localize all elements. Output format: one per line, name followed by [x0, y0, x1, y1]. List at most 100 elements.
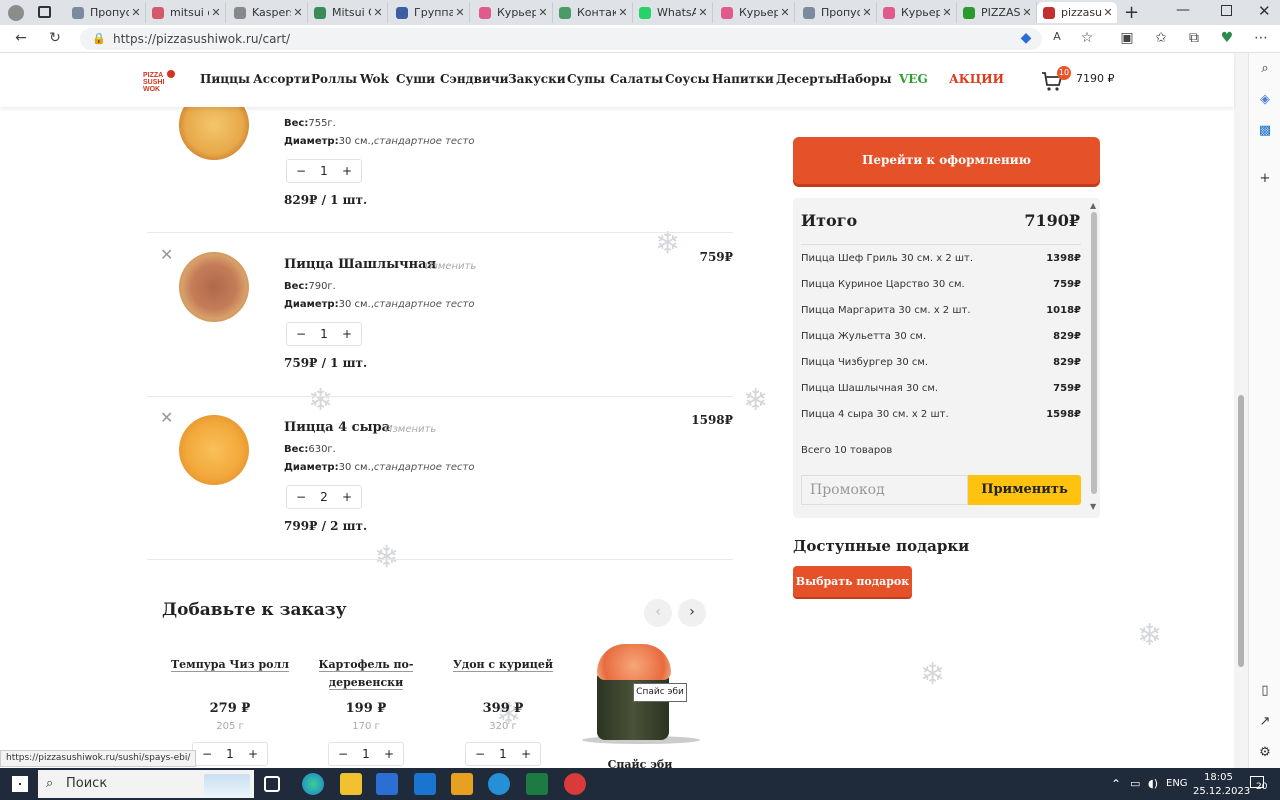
nav-sauces[interactable]: Соусы — [665, 72, 710, 86]
tab-close-icon[interactable]: ✕ — [1101, 6, 1115, 19]
tray-overflow-icon[interactable]: ⌃ — [1111, 777, 1121, 791]
pizza-image[interactable] — [179, 252, 249, 322]
decrement-button[interactable]: − — [293, 164, 309, 178]
collections-icon[interactable]: ⧉ — [1183, 30, 1205, 46]
carousel-prev-button[interactable]: ‹ — [644, 599, 672, 627]
new-tab-button[interactable]: + — [1124, 2, 1139, 23]
nav-desserts[interactable]: Десерты — [776, 72, 837, 86]
upsell-item-name[interactable]: Темпура Чиз ролл — [170, 656, 290, 674]
refresh-icon[interactable]: ↻ — [44, 30, 66, 46]
increment-button[interactable]: + — [339, 327, 355, 341]
edge-app-icon[interactable] — [302, 773, 324, 795]
decrement-button[interactable]: − — [472, 747, 488, 761]
edit-item-link[interactable]: Изменить — [425, 261, 476, 272]
quantity-stepper[interactable]: −1 + — [286, 159, 362, 183]
add-icon[interactable]: + — [1255, 169, 1275, 189]
decrement-button[interactable]: − — [293, 327, 309, 341]
decrement-button[interactable]: − — [293, 490, 309, 504]
item-name[interactable]: Пицца 4 сыра — [284, 420, 390, 435]
nav-snacks[interactable]: Закуски — [508, 72, 566, 86]
upsell-item-name[interactable]: Картофель по-деревенски — [306, 656, 426, 692]
nav-assorti[interactable]: Ассорти — [253, 72, 310, 86]
clock-app-icon[interactable] — [488, 773, 510, 795]
task-view-icon[interactable] — [264, 776, 280, 792]
profile-icon[interactable] — [8, 5, 24, 21]
minimize-button[interactable]: — — [1176, 2, 1190, 18]
tab-close-icon[interactable]: ✕ — [696, 6, 710, 19]
upsell-item-name[interactable]: Удон с курицей — [443, 656, 563, 674]
browser-tab[interactable]: Курьер ✕ — [473, 2, 553, 23]
browser-tab[interactable]: pizzasu ✕ — [1037, 2, 1117, 23]
carousel-next-button[interactable]: › — [678, 599, 706, 627]
language-indicator[interactable]: ENG — [1166, 778, 1188, 789]
tab-close-icon[interactable]: ✕ — [453, 6, 467, 19]
increment-button[interactable]: + — [339, 490, 355, 504]
sidebar-toggle-icon[interactable]: ▯ — [1255, 681, 1275, 701]
browser-tab[interactable]: PIZZASI ✕ — [957, 2, 1037, 23]
browser-tab[interactable]: Mitsui C✕ — [308, 2, 388, 23]
browser-tab[interactable]: Kaspers✕ — [228, 2, 308, 23]
network-icon[interactable]: ▭ — [1130, 777, 1140, 790]
edit-item-link[interactable]: Изменить — [385, 424, 436, 435]
browser-tab[interactable]: Курьер ✕ — [877, 2, 957, 23]
favorites-icon[interactable]: ✩ — [1150, 30, 1172, 46]
browser-tab[interactable]: WhatsA ✕ — [633, 2, 713, 23]
external-icon[interactable]: ↗ — [1255, 712, 1275, 732]
browser-tab[interactable]: Пропус ✕ — [66, 2, 146, 23]
nav-soups[interactable]: Супы — [567, 72, 605, 86]
quantity-stepper[interactable]: −2 + — [286, 485, 362, 509]
performance-icon[interactable]: ♥ — [1216, 30, 1238, 46]
upsell-quantity-stepper[interactable]: −1 + — [328, 742, 404, 766]
browser-tab[interactable]: mitsui о✕ — [146, 2, 226, 23]
nav-pizza[interactable]: Пиццы — [200, 72, 250, 86]
windows-start-icon[interactable] — [12, 776, 28, 792]
choose-gift-button[interactable]: Выбрать подарок — [793, 566, 912, 597]
nav-veg[interactable]: VEG — [899, 72, 928, 86]
upsell-quantity-stepper[interactable]: −1 + — [465, 742, 541, 766]
pizza-image[interactable] — [179, 415, 249, 485]
tab-close-icon[interactable]: ✕ — [291, 6, 305, 19]
read-aloud-icon[interactable]: A — [1046, 30, 1068, 43]
anydesk-app-icon[interactable] — [564, 773, 586, 795]
summary-scrollbar[interactable] — [1091, 212, 1097, 494]
nav-sandwiches[interactable]: Сэндвичи — [440, 72, 509, 86]
outlook-icon[interactable]: ▩ — [1255, 121, 1275, 141]
tab-close-icon[interactable]: ✕ — [616, 6, 630, 19]
search-icon[interactable]: ⌕ — [1255, 59, 1275, 79]
mail-app-icon[interactable] — [414, 773, 436, 795]
checkout-button[interactable]: Перейти к оформлению — [793, 137, 1100, 184]
tab-close-icon[interactable]: ✕ — [371, 6, 385, 19]
maximize-button[interactable] — [1221, 5, 1232, 16]
increment-button[interactable]: + — [518, 747, 534, 761]
nav-salads[interactable]: Салаты — [610, 72, 663, 86]
close-window-button[interactable]: ✕ — [1258, 2, 1271, 20]
excel-app-icon[interactable] — [526, 773, 548, 795]
site-logo[interactable]: PIZZA SUSHI WOK — [140, 69, 176, 93]
browser-tab[interactable]: Курьер ✕ — [715, 2, 795, 23]
quantity-stepper[interactable]: −1 + — [286, 322, 362, 346]
nav-drinks[interactable]: Напитки — [712, 72, 774, 86]
remove-item-icon[interactable]: ✕ — [160, 410, 173, 426]
scroll-down-icon[interactable]: ▼ — [1090, 502, 1096, 511]
browser-tab[interactable]: Контак ✕ — [553, 2, 633, 23]
nav-sushi[interactable]: Суши — [396, 72, 435, 86]
apply-promo-button[interactable]: Применить — [968, 475, 1081, 505]
decrement-button[interactable]: − — [335, 747, 351, 761]
tab-close-icon[interactable]: ✕ — [129, 6, 143, 19]
split-screen-icon[interactable]: ▣ — [1116, 30, 1138, 46]
tab-close-icon[interactable]: ✕ — [209, 6, 223, 19]
favorite-icon[interactable]: ☆ — [1076, 30, 1098, 46]
volume-icon[interactable]: ◖) — [1148, 777, 1158, 790]
cart-total[interactable]: 7190 ₽ — [1076, 72, 1115, 85]
settings-icon[interactable]: ⚙ — [1255, 743, 1275, 763]
clock-time[interactable]: 18:05 — [1204, 772, 1233, 783]
extension-icon[interactable]: ◆ — [1015, 30, 1037, 46]
browser-tab[interactable]: Пропус ✕ — [797, 2, 877, 23]
increment-button[interactable]: + — [339, 164, 355, 178]
upsell-quantity-stepper[interactable]: −1 + — [192, 742, 268, 766]
explorer-app-icon[interactable] — [340, 773, 362, 795]
item-name[interactable]: Пицца Шашлычная — [284, 257, 436, 272]
tab-close-icon[interactable]: ✕ — [1020, 6, 1034, 19]
browser-tab[interactable]: Группа ✕ — [390, 2, 470, 23]
tab-actions-icon[interactable] — [38, 6, 51, 18]
